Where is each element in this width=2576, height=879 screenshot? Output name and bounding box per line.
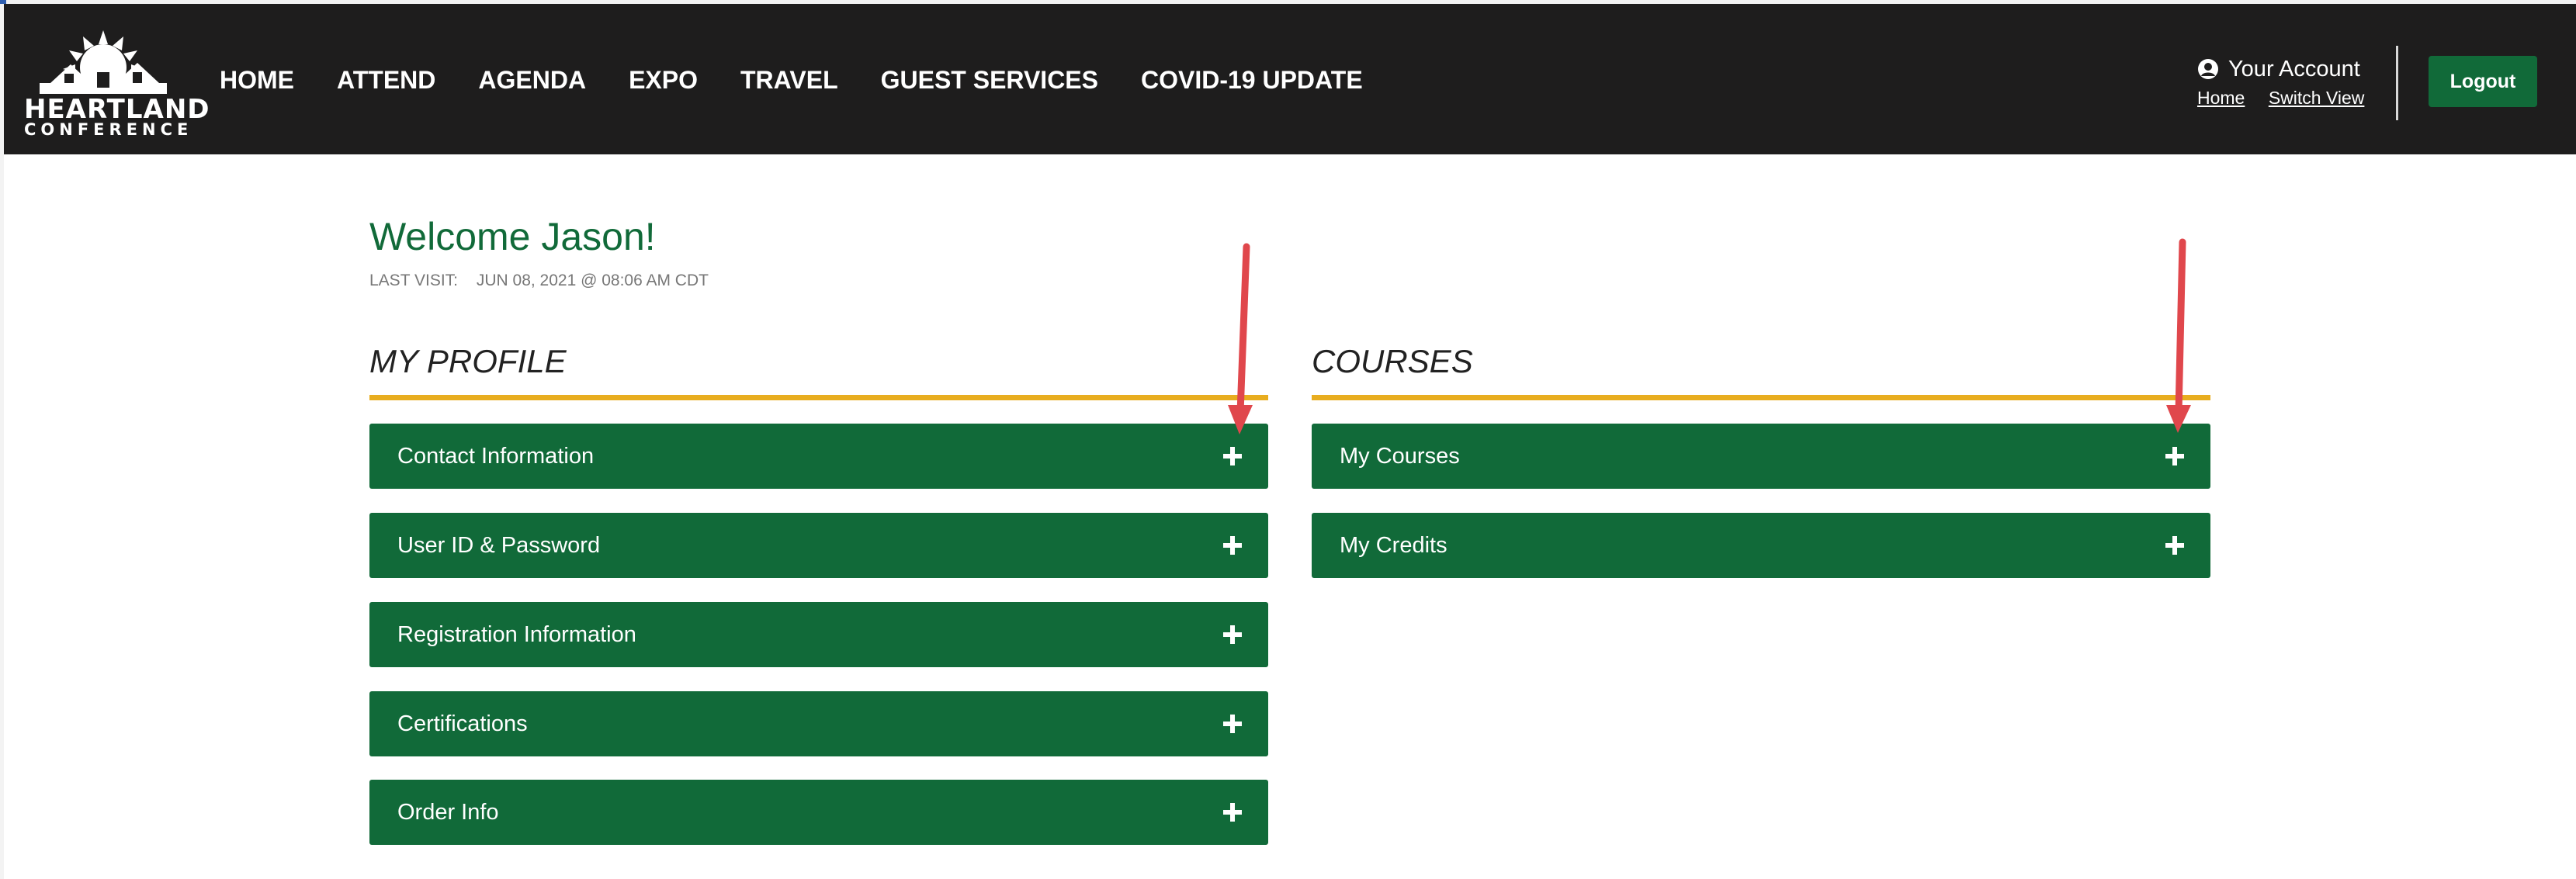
- accordion-label: Contact Information: [397, 444, 595, 469]
- account-title: Your Account: [2228, 57, 2360, 81]
- accordion-order-info[interactable]: Order Info: [369, 780, 1268, 845]
- accordion-user-id-password[interactable]: User ID & Password: [369, 513, 1268, 578]
- plus-icon: [1223, 536, 1242, 555]
- account-menu: Your Account Home Switch View: [2197, 54, 2376, 116]
- accordion-label: Registration Information: [397, 622, 636, 647]
- accordion-label: User ID & Password: [397, 533, 601, 558]
- accordion-label: Certifications: [397, 711, 528, 736]
- courses-title: COURSES: [1312, 343, 1473, 379]
- site-header: HEARTLAND CONFERENCE HOME ATTEND AGENDA …: [4, 4, 2576, 154]
- plus-icon: [1223, 715, 1242, 733]
- nav-travel[interactable]: TRAVEL: [740, 62, 838, 98]
- nav-attend[interactable]: ATTEND: [337, 62, 435, 98]
- nav-agenda[interactable]: AGENDA: [478, 62, 586, 98]
- main-nav: HOME ATTEND AGENDA EXPO TRAVEL GUEST SER…: [220, 62, 1363, 98]
- plus-icon: [1223, 625, 1242, 644]
- accordion-my-credits[interactable]: My Credits: [1312, 513, 2210, 578]
- accordion-contact-information[interactable]: Contact Information: [369, 424, 1268, 489]
- courses-rule: [1312, 395, 2210, 400]
- annotation-arrow-profile: [1228, 243, 1253, 434]
- welcome-heading: Welcome Jason!: [369, 215, 656, 258]
- my-profile-title: MY PROFILE: [369, 343, 567, 379]
- my-profile-rule: [369, 395, 1268, 400]
- accordion-registration-information[interactable]: Registration Information: [369, 602, 1268, 667]
- last-visit: LAST VISIT: JUN 08, 2021 @ 08:06 AM CDT: [369, 272, 709, 290]
- accordion-label: My Credits: [1340, 533, 1447, 558]
- account-home-link[interactable]: Home: [2197, 88, 2245, 108]
- plus-icon: [1223, 803, 1242, 822]
- annotation-arrow-courses: [2166, 238, 2191, 433]
- accordion-label: Order Info: [397, 800, 499, 825]
- nav-expo[interactable]: EXPO: [629, 62, 698, 98]
- nav-home[interactable]: HOME: [220, 62, 294, 98]
- logout-button[interactable]: Logout: [2429, 56, 2537, 107]
- plus-icon: [2165, 536, 2184, 555]
- last-visit-label: LAST VISIT:: [369, 272, 458, 289]
- accordion-my-courses[interactable]: My Courses: [1312, 424, 2210, 489]
- plus-icon: [1223, 447, 1242, 465]
- nav-guest-services[interactable]: GUEST SERVICES: [881, 62, 1098, 98]
- last-visit-value: JUN 08, 2021 @ 08:06 AM CDT: [476, 272, 709, 289]
- header-divider: [2396, 46, 2398, 120]
- switch-view-link[interactable]: Switch View: [2269, 88, 2365, 108]
- accordion-label: My Courses: [1340, 444, 1460, 469]
- plus-icon: [2165, 447, 2184, 465]
- heartland-logo[interactable]: HEARTLAND CONFERENCE: [24, 29, 210, 139]
- user-circle-icon: [2198, 59, 2218, 79]
- account-links: Home Switch View: [2197, 88, 2384, 109]
- accordion-certifications[interactable]: Certifications: [369, 691, 1268, 756]
- nav-covid-update[interactable]: COVID-19 UPDATE: [1141, 62, 1363, 98]
- sun-barn-icon: [40, 30, 167, 94]
- logo-wordmark-line2: CONFERENCE: [24, 120, 193, 139]
